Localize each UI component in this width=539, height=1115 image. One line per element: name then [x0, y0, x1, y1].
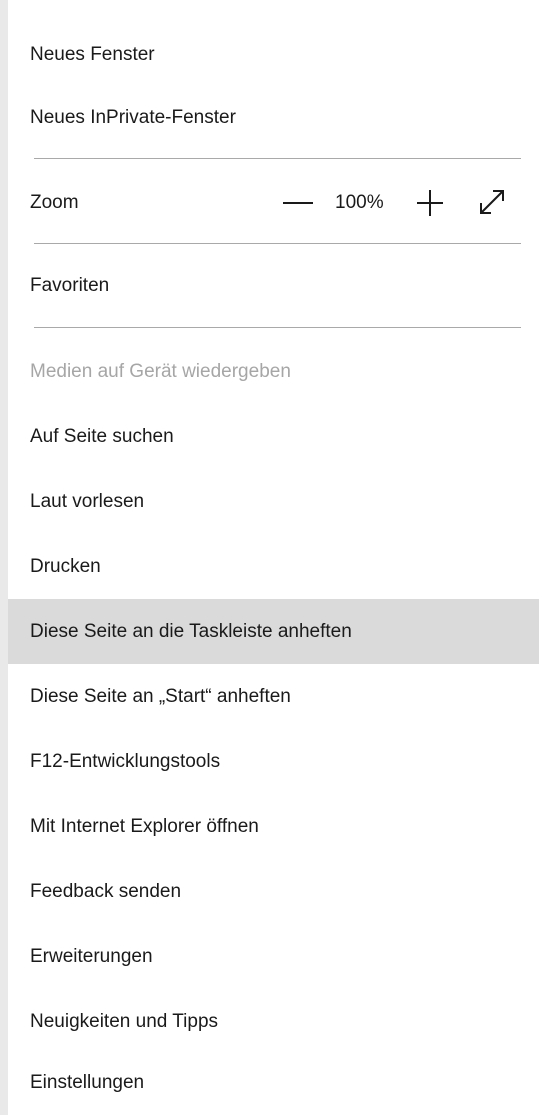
menu-item-label: Mit Internet Explorer öffnen: [30, 815, 259, 837]
menu-item-pin-to-start[interactable]: Diese Seite an „Start“ anheften: [8, 664, 539, 729]
menu-separator: [34, 243, 521, 244]
zoom-level-value: 100%: [335, 191, 384, 213]
menu-item-read-aloud[interactable]: Laut vorlesen: [8, 469, 539, 534]
menu-item-open-with-ie[interactable]: Mit Internet Explorer öffnen: [8, 794, 539, 859]
menu-item-label: Feedback senden: [30, 880, 182, 902]
zoom-in-button[interactable]: [410, 182, 450, 222]
menu-item-print[interactable]: Drucken: [8, 534, 539, 599]
minus-icon: [283, 202, 313, 204]
menu-item-label: Drucken: [30, 555, 101, 577]
menu-item-new-inprivate-window[interactable]: Neues InPrivate-Fenster: [8, 85, 539, 150]
menu-item-label: Neues InPrivate-Fenster: [30, 106, 236, 128]
menu-item-find-on-page[interactable]: Auf Seite suchen: [8, 404, 539, 469]
menu-item-label: Diese Seite an „Start“ anheften: [30, 685, 291, 707]
menu-item-whats-new[interactable]: Neuigkeiten und Tipps: [8, 989, 539, 1054]
zoom-row: Zoom 100%: [8, 170, 539, 235]
menu-item-label: Favoriten: [30, 274, 110, 296]
zoom-out-button[interactable]: [278, 182, 318, 222]
menu-item-label: Erweiterungen: [30, 945, 153, 967]
menu-item-settings[interactable]: Einstellungen: [8, 1050, 539, 1115]
menu-item-extensions[interactable]: Erweiterungen: [8, 924, 539, 989]
menu-separator: [34, 327, 521, 328]
menu-item-label: Medien auf Gerät wiedergeben: [30, 360, 291, 382]
menu-item-pin-to-taskbar[interactable]: Diese Seite an die Taskleiste anheften: [8, 599, 539, 664]
fullscreen-button[interactable]: [474, 184, 510, 220]
page-background-edge: [0, 0, 8, 1115]
menu-item-label: Laut vorlesen: [30, 490, 145, 512]
menu-item-label: Neuigkeiten und Tipps: [30, 1010, 219, 1032]
menu-item-label: Diese Seite an die Taskleiste anheften: [30, 620, 352, 642]
expand-diagonal-icon: [480, 190, 504, 214]
menu-separator: [34, 158, 521, 159]
menu-item-label: Neues Fenster: [30, 43, 155, 65]
menu-item-label: Einstellungen: [30, 1071, 145, 1093]
settings-menu: Neues Fenster Neues InPrivate-Fenster Zo…: [8, 0, 539, 1115]
zoom-label: Zoom: [30, 191, 79, 213]
menu-item-new-window[interactable]: Neues Fenster: [8, 22, 539, 87]
menu-item-send-feedback[interactable]: Feedback senden: [8, 859, 539, 924]
menu-item-label: Auf Seite suchen: [30, 425, 174, 447]
menu-item-favorites[interactable]: Favoriten: [8, 253, 539, 318]
menu-item-label: F12-Entwicklungstools: [30, 750, 221, 772]
menu-item-cast-media: Medien auf Gerät wiedergeben: [8, 339, 539, 404]
menu-item-f12-devtools[interactable]: F12-Entwicklungstools: [8, 729, 539, 794]
